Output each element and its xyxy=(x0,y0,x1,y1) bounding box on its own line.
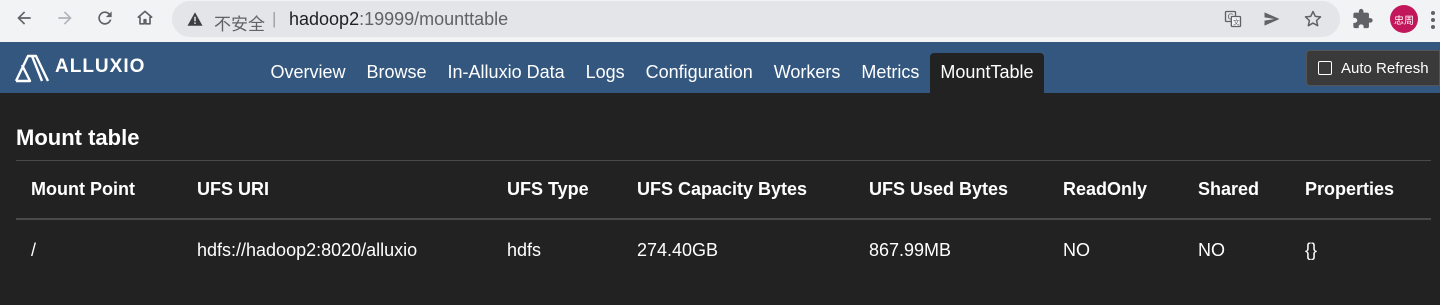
app-header: ALLUXIO Overview Browse In-Alluxio Data … xyxy=(0,42,1440,93)
translate-icon[interactable]: G文 xyxy=(1222,8,1244,30)
url-text: hadoop2:19999/mounttable xyxy=(289,9,508,30)
tab-mounttable[interactable]: MountTable xyxy=(929,53,1044,93)
warning-icon xyxy=(187,12,203,26)
back-icon[interactable] xyxy=(11,5,37,31)
address-bar[interactable]: 不安全 | hadoop2:19999/mounttable G文 xyxy=(172,1,1340,37)
cell-ufs-type: hdfs xyxy=(507,239,542,260)
tab-in-alluxio-data[interactable]: In-Alluxio Data xyxy=(437,53,575,93)
tab-workers[interactable]: Workers xyxy=(763,53,851,93)
bookmark-star-icon[interactable] xyxy=(1302,8,1324,30)
profile-avatar[interactable]: 忠周 xyxy=(1390,5,1418,33)
cell-readonly: NO xyxy=(1063,239,1090,260)
more-menu-icon[interactable] xyxy=(1426,8,1440,32)
auto-refresh-checkbox[interactable] xyxy=(1318,61,1332,75)
cell-ufs-uri: hdfs://hadoop2:8020/alluxio xyxy=(197,239,418,260)
extensions-icon[interactable] xyxy=(1352,8,1374,30)
column-header-readonly: ReadOnly xyxy=(1048,161,1183,220)
auto-refresh-toggle[interactable]: Auto Refresh xyxy=(1306,50,1440,86)
tab-browse[interactable]: Browse xyxy=(356,53,437,93)
forward-icon[interactable] xyxy=(52,5,78,31)
url-separator: | xyxy=(272,9,277,28)
cell-ufs-used: 867.99MB xyxy=(869,239,952,260)
column-header-ufs-type: UFS Type xyxy=(492,161,622,220)
column-header-properties: Properties xyxy=(1290,161,1431,220)
brand[interactable]: ALLUXIO xyxy=(13,52,145,84)
url-path: :19999/mounttable xyxy=(359,9,509,29)
brand-name: ALLUXIO xyxy=(55,56,146,77)
tab-metrics[interactable]: Metrics xyxy=(851,53,930,93)
main-nav: Overview Browse In-Alluxio Data Logs Con… xyxy=(260,53,1044,93)
home-icon[interactable] xyxy=(132,5,158,31)
cell-ufs-capacity: 274.40GB xyxy=(637,239,719,260)
cell-mount-point: / xyxy=(31,239,37,260)
table-row: / hdfs://hadoop2:8020/alluxio hdfs 274.4… xyxy=(16,219,1431,280)
column-header-ufs-capacity: UFS Capacity Bytes xyxy=(622,161,854,220)
tab-logs[interactable]: Logs xyxy=(575,53,635,93)
reload-icon[interactable] xyxy=(92,5,118,31)
mount-table: Mount Point UFS URI UFS Type UFS Capacit… xyxy=(16,161,1431,280)
column-header-mount-point: Mount Point xyxy=(16,161,182,220)
svg-text:文: 文 xyxy=(1233,17,1240,26)
cell-properties: {} xyxy=(1305,239,1318,260)
tab-overview[interactable]: Overview xyxy=(260,53,356,93)
tab-configuration[interactable]: Configuration xyxy=(635,53,763,93)
browser-toolbar: 不安全 | hadoop2:19999/mounttable G文 忠周 xyxy=(0,0,1440,42)
alluxio-logo-icon xyxy=(14,54,50,83)
insecure-label: 不安全 xyxy=(214,15,265,35)
table-header-row: Mount Point UFS URI UFS Type UFS Capacit… xyxy=(16,161,1431,220)
url-host: hadoop2 xyxy=(289,9,360,29)
cell-shared: NO xyxy=(1198,239,1225,260)
page-title: Mount table xyxy=(16,125,140,150)
auto-refresh-label: Auto Refresh xyxy=(1341,59,1429,77)
column-header-shared: Shared xyxy=(1183,161,1290,220)
send-icon[interactable] xyxy=(1261,8,1283,30)
column-header-ufs-uri: UFS URI xyxy=(182,161,492,220)
column-header-ufs-used: UFS Used Bytes xyxy=(854,161,1048,220)
